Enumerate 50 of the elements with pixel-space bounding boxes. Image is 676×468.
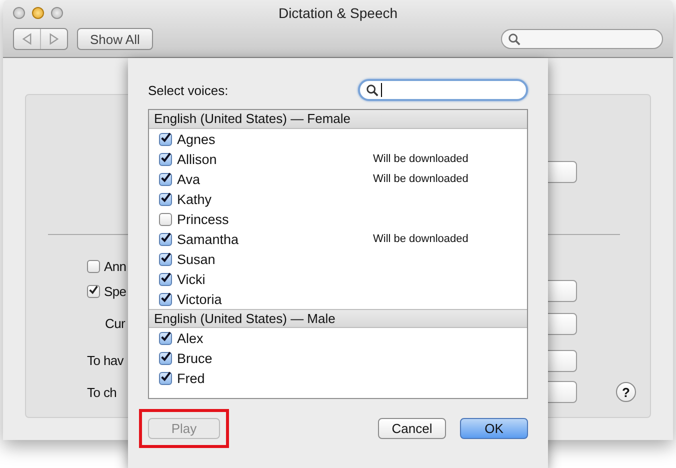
zoom-icon[interactable]: [51, 7, 63, 19]
group-header: English (United States) — Male: [149, 309, 527, 328]
checkbox[interactable]: [159, 172, 172, 186]
checkbox[interactable]: [87, 284, 100, 298]
voice-name: Kathy: [177, 192, 213, 206]
setting-label: Cur: [105, 316, 126, 331]
search-field[interactable]: [358, 79, 528, 101]
select-voices-label: Select voices:: [148, 82, 228, 98]
checkbox[interactable]: [159, 132, 172, 146]
voice-name: Princess: [177, 212, 230, 226]
download-note: Will be downloaded: [373, 153, 468, 165]
voice-name: Alex: [177, 330, 204, 346]
voice-name: Ava: [177, 172, 202, 186]
voice-name: Victoria: [177, 292, 223, 306]
group-header: English (United States) — Female: [149, 110, 527, 129]
back-forward-buttons[interactable]: [13, 28, 68, 50]
voice-name: Fred: [177, 370, 206, 386]
minimize-icon[interactable]: [32, 7, 44, 19]
setting-label: Ann: [104, 259, 126, 274]
window-title: Dictation & Speech: [278, 5, 398, 21]
dialog-button[interactable]: Cancel: [378, 418, 446, 438]
search-icon: [366, 84, 379, 96]
checkbox[interactable]: [159, 372, 172, 384]
help-button[interactable]: ?: [616, 382, 636, 402]
voice-name: Agnes: [177, 132, 216, 146]
voice-name: Bruce: [177, 350, 214, 366]
checkbox[interactable]: [159, 212, 172, 226]
setting-label: To hav: [87, 353, 124, 368]
checkbox[interactable]: [159, 272, 172, 286]
checkbox[interactable]: [159, 192, 172, 206]
checkbox[interactable]: [159, 352, 172, 364]
checkbox[interactable]: [159, 252, 172, 266]
checkbox[interactable]: [159, 332, 172, 344]
search-field[interactable]: [501, 29, 663, 49]
voice-name: Samantha: [177, 232, 240, 246]
voice-name: Vicki: [177, 272, 206, 286]
search-icon: [508, 32, 521, 46]
checkbox[interactable]: [87, 260, 100, 273]
download-note: Will be downloaded: [373, 233, 468, 245]
voice-name: Susan: [177, 252, 216, 266]
checkbox[interactable]: [159, 292, 172, 306]
checkbox[interactable]: [159, 232, 172, 246]
voice-name: Allison: [177, 152, 218, 166]
setting-label: To ch: [87, 384, 117, 400]
checkbox[interactable]: [159, 152, 172, 166]
setting-label: Spe: [104, 284, 126, 298]
download-note: Will be downloaded: [373, 173, 468, 185]
dialog-button[interactable]: OK: [460, 418, 528, 438]
close-icon[interactable]: [13, 7, 25, 19]
show-all-button[interactable]: Show All: [77, 28, 153, 50]
